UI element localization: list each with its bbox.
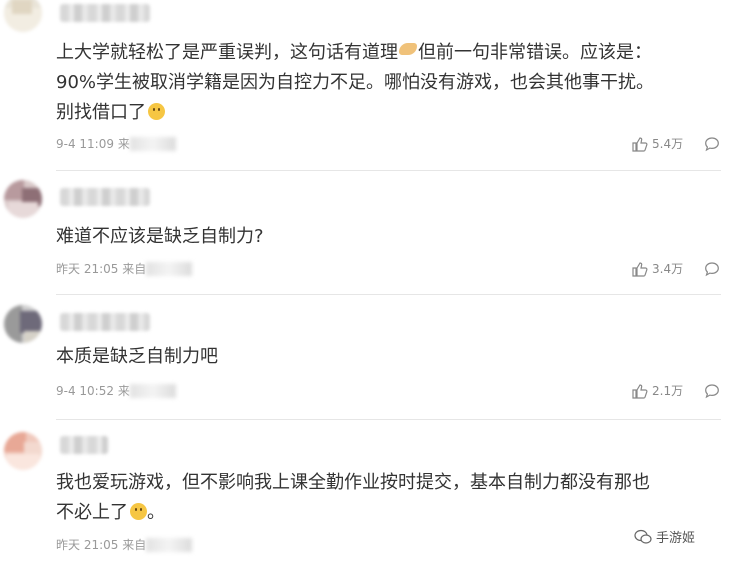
watermark-text: 手游姬	[656, 531, 696, 546]
comment-bubble-icon[interactable]	[704, 383, 720, 399]
thumbs-up-icon	[632, 261, 648, 277]
comment-meta: 9-4 10:52 来	[56, 383, 176, 399]
username[interactable]	[60, 436, 108, 454]
comment-meta: 昨天 21:05 来自	[56, 537, 193, 553]
source-blur	[146, 538, 193, 552]
smiley-emoji-icon	[148, 103, 165, 120]
like-button[interactable]: 2.1万	[632, 383, 683, 399]
comment-meta: 9-4 11:09 来	[56, 136, 176, 152]
thumbs-up-icon	[632, 383, 648, 399]
timestamp: 昨天 21:05	[56, 262, 119, 276]
divider	[56, 419, 721, 420]
divider	[56, 294, 721, 295]
comment-bubble-icon[interactable]	[704, 136, 720, 152]
username[interactable]	[60, 4, 150, 22]
username[interactable]	[60, 188, 150, 206]
source-label: 来	[117, 384, 130, 398]
timestamp: 昨天 21:05	[56, 538, 119, 552]
source-blur	[146, 262, 193, 276]
comment-meta: 昨天 21:05 来自	[56, 261, 193, 277]
comment-text: 上大学就轻松了是严重误判，这句话有道理 但前一句非常错误。应该是： 90%学生被取…	[56, 42, 655, 123]
source-blur	[129, 137, 176, 151]
wechat-logo-icon	[634, 529, 652, 544]
like-button[interactable]: 5.4万	[632, 136, 683, 152]
smiley-emoji-icon	[130, 503, 147, 520]
comment-text: 本质是缺乏自制力吧	[56, 346, 218, 367]
avatar[interactable]	[4, 0, 42, 32]
avatar[interactable]	[4, 305, 42, 343]
source-label: 来	[117, 137, 130, 151]
watermark: 手游姬	[634, 527, 695, 546]
like-count: 5.4万	[652, 137, 684, 151]
timestamp: 9-4 11:09	[56, 137, 114, 151]
comment-text: 我也爱玩游戏，但不影响我上课全勤作业按时提交，基本自制力都没有那也 不必上了。	[56, 472, 650, 523]
source-blur	[129, 384, 176, 398]
comment-text: 难道不应该是缺乏自制力?	[56, 226, 264, 247]
like-button[interactable]: 3.4万	[632, 261, 683, 277]
timestamp: 9-4 10:52	[56, 384, 114, 398]
divider	[56, 170, 721, 171]
source-label: 来自	[122, 262, 147, 276]
comment-bubble-icon[interactable]	[704, 261, 720, 277]
pointing-hand-emoji-icon	[399, 43, 417, 55]
avatar[interactable]	[4, 432, 42, 470]
username[interactable]	[60, 313, 150, 331]
source-label: 来自	[122, 538, 147, 552]
thumbs-up-icon	[632, 136, 648, 152]
like-count: 2.1万	[652, 384, 684, 398]
avatar[interactable]	[4, 180, 42, 218]
like-count: 3.4万	[652, 262, 684, 276]
